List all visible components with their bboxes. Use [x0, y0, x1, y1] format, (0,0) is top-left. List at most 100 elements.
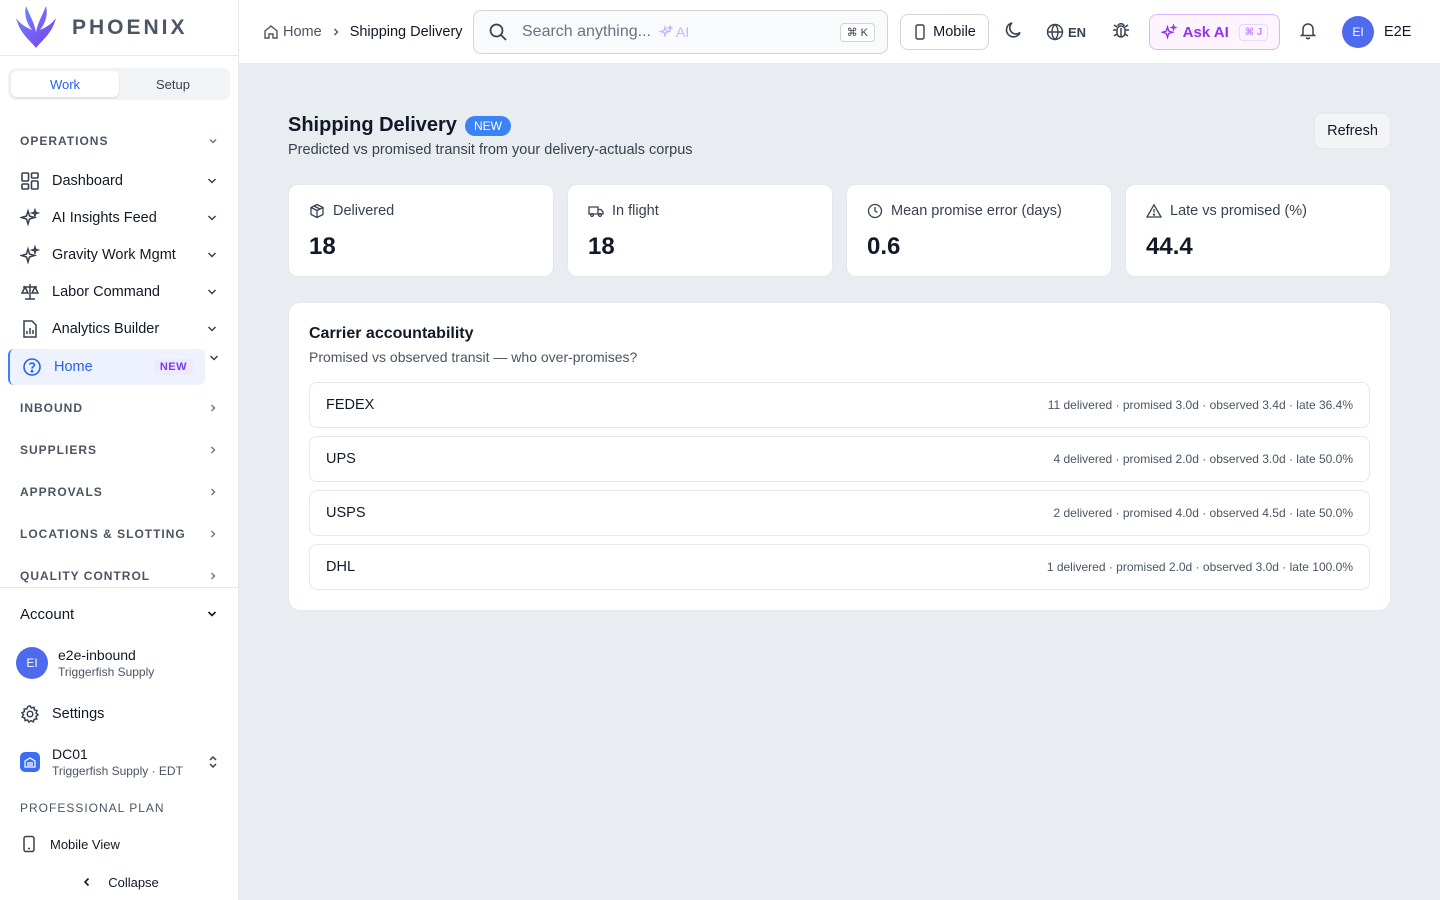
list-item[interactable]: UPS 4 delivered · promised 2.0d · observ…: [309, 436, 1370, 482]
help-circle-icon: [23, 358, 41, 376]
language-selector[interactable]: EN: [1046, 0, 1086, 64]
chevron-right-icon: [333, 28, 339, 36]
section-locations-slotting[interactable]: LOCATIONS & SLOTTING: [0, 513, 239, 555]
truck-icon: [588, 206, 604, 218]
avatar: EI: [16, 647, 48, 679]
refresh-button[interactable]: Refresh: [1314, 113, 1391, 149]
user-org: Triggerfish Supply: [58, 665, 155, 679]
stat-label: Mean promise error (days): [891, 203, 1062, 219]
avatar[interactable]: EI: [1342, 16, 1374, 48]
page-header: Shipping Delivery NEW: [288, 114, 511, 137]
sidebar-item-dashboard[interactable]: Dashboard: [0, 162, 239, 199]
notifications-button[interactable]: [1298, 20, 1318, 40]
stat-card-delivered: Delivered 18: [288, 184, 554, 277]
search-input[interactable]: Search anything... AI ⌘ K: [473, 10, 888, 54]
search-ai-tag: AI: [658, 24, 689, 40]
sidebar-item-gravity-work[interactable]: Gravity Work Mgmt: [0, 236, 239, 273]
breadcrumb-current: Shipping Delivery: [349, 24, 463, 40]
chevron-down-icon: [207, 611, 217, 617]
top-bar: Home Shipping Delivery Search anything..…: [239, 0, 1440, 64]
search-shortcut: ⌘ K: [839, 22, 875, 42]
moon-icon: [1005, 22, 1021, 38]
new-badge: NEW: [153, 359, 193, 375]
search-placeholder: Search anything...: [522, 23, 651, 40]
list-item[interactable]: DHL 1 delivered · promised 2.0d · observ…: [309, 544, 1370, 590]
tab-setup[interactable]: Setup: [119, 71, 227, 97]
globe-icon: [1046, 23, 1064, 41]
sidebar-item-ai-insights[interactable]: AI Insights Feed: [0, 199, 239, 236]
sidebar-item-label: Analytics Builder: [52, 320, 160, 337]
mobile-button[interactable]: Mobile: [900, 14, 989, 50]
chevron-down-icon[interactable]: [207, 351, 221, 365]
stat-card-in-flight: In flight 18: [567, 184, 833, 277]
user-profile[interactable]: EI e2e-inbound Triggerfish Supply: [0, 640, 239, 686]
user-name: e2e-inbound: [58, 647, 136, 663]
breadcrumb-home[interactable]: Home: [263, 24, 322, 40]
carrier-stats: 1 delivered · promised 2.0d · observed 3…: [1046, 560, 1353, 574]
list-item[interactable]: USPS 2 delivered · promised 4.0d · obser…: [309, 490, 1370, 536]
section-inbound[interactable]: INBOUND: [0, 387, 239, 429]
user-menu-label[interactable]: E2E: [1384, 0, 1411, 64]
carrier-name: UPS: [326, 451, 356, 467]
plan-label: PROFESSIONAL PLAN: [20, 801, 165, 815]
chevron-down-icon: [207, 288, 217, 295]
phoenix-logo-icon: [16, 5, 56, 48]
card-subtitle: Promised vs observed transit — who over-…: [309, 349, 638, 365]
ask-ai-button[interactable]: Ask AI ⌘ J: [1149, 14, 1280, 50]
sidebar-item-analytics-builder[interactable]: Analytics Builder: [0, 310, 239, 347]
card-title: Carrier accountability: [309, 325, 474, 342]
sparkles-icon: [20, 244, 40, 265]
collapse-label: Collapse: [108, 874, 159, 890]
stat-card-late-vs-promised: Late vs promised (%) 44.4: [1125, 184, 1391, 277]
account-toggle[interactable]: Account: [0, 588, 239, 640]
dc-subtitle: Triggerfish Supply · EDT: [52, 764, 183, 778]
sidebar-item-label: Labor Command: [52, 283, 160, 300]
account-panel: Account EI e2e-inbound Triggerfish Suppl…: [0, 587, 239, 900]
sidebar: PHOENIX Work Setup OPERATIONS Dashboard …: [0, 0, 239, 900]
dc-name: DC01: [52, 746, 88, 762]
sidebar-item-label: Gravity Work Mgmt: [52, 246, 176, 263]
sidebar-item-home[interactable]: Home NEW: [8, 349, 205, 385]
section-suppliers[interactable]: SUPPLIERS: [0, 429, 239, 471]
warning-icon: [1146, 203, 1162, 218]
stat-label: Late vs promised (%): [1170, 203, 1307, 219]
mobile-view-link[interactable]: Mobile View: [0, 828, 239, 860]
sidebar-item-label: Dashboard: [52, 172, 123, 189]
bug-report-button[interactable]: [1111, 20, 1131, 40]
sparkles-icon: [1160, 24, 1177, 40]
chevron-right-icon: [211, 530, 216, 538]
brand-name: PHOENIX: [72, 15, 188, 39]
sidebar-item-labor-command[interactable]: Labor Command: [0, 273, 239, 310]
chevron-left-icon: [84, 877, 90, 887]
workspace-switcher: Work Setup: [8, 68, 230, 100]
settings-label: Settings: [52, 706, 105, 722]
carrier-list: FEDEX 11 delivered · promised 3.0d · obs…: [309, 382, 1370, 590]
chevron-up-down-icon: [209, 755, 217, 769]
tab-work[interactable]: Work: [11, 71, 119, 97]
collapse-sidebar-button[interactable]: Collapse: [0, 860, 239, 900]
bug-icon: [1113, 23, 1129, 38]
settings-link[interactable]: Settings: [0, 690, 239, 738]
mobile-view-label: Mobile View: [50, 836, 120, 852]
search-icon: [489, 23, 507, 41]
sidebar-item-label: AI Insights Feed: [52, 209, 157, 226]
carrier-stats: 2 delivered · promised 4.0d · observed 4…: [1053, 506, 1353, 520]
dc-switcher[interactable]: DC01 Triggerfish Supply · EDT: [0, 738, 239, 786]
section-approvals[interactable]: APPROVALS: [0, 471, 239, 513]
stat-value: 0.6: [867, 233, 901, 260]
page-title: Shipping Delivery: [288, 114, 457, 136]
section-operations[interactable]: OPERATIONS: [0, 120, 239, 162]
chevron-down-icon: [207, 214, 217, 221]
warehouse-icon: [20, 752, 40, 772]
carrier-accountability-card: Carrier accountability Promised vs obser…: [288, 302, 1391, 611]
phone-icon: [915, 24, 925, 40]
chevron-right-icon: [211, 446, 216, 454]
stat-label: Delivered: [333, 203, 395, 219]
chevron-down-icon: [207, 251, 217, 258]
stat-value: 44.4: [1146, 233, 1193, 260]
theme-toggle-button[interactable]: [1004, 20, 1024, 40]
section-quality-control[interactable]: QUALITY CONTROL: [0, 555, 239, 586]
brand[interactable]: PHOENIX: [0, 0, 238, 56]
carrier-name: DHL: [326, 559, 356, 575]
list-item[interactable]: FEDEX 11 delivered · promised 3.0d · obs…: [309, 382, 1370, 428]
